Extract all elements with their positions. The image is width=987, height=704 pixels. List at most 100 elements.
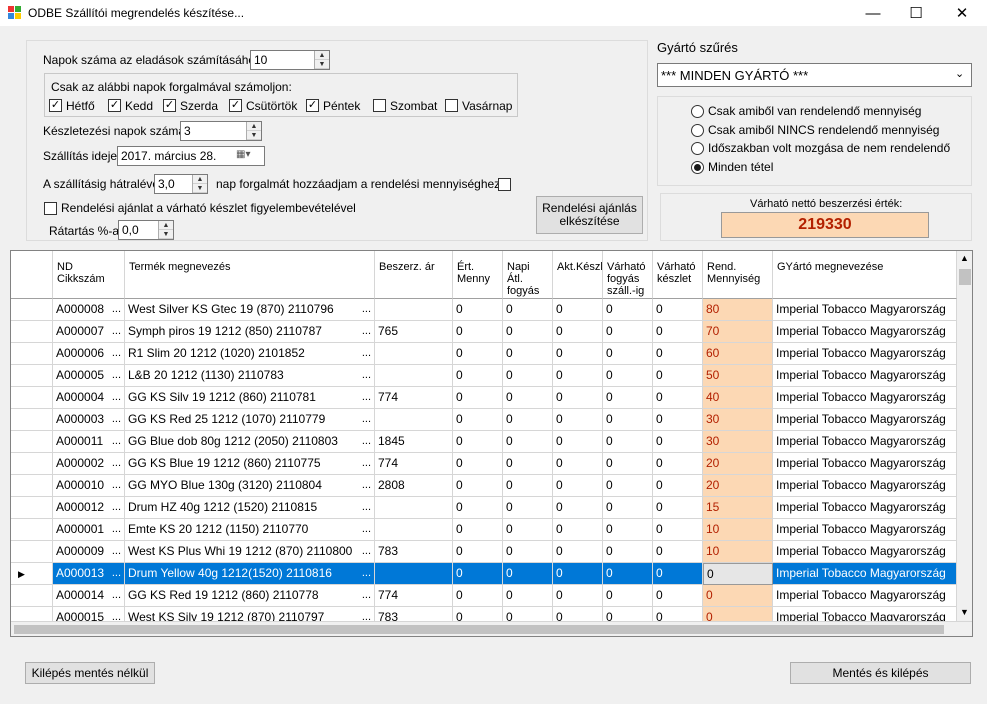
remaining-spinner[interactable]: ▲ ▼ bbox=[192, 175, 207, 193]
row-selector[interactable] bbox=[11, 519, 53, 541]
cell-exp-stock[interactable]: 0 bbox=[653, 365, 703, 387]
filter-radio[interactable] bbox=[691, 142, 704, 155]
table-row[interactable]: A000009... West KS Plus Whi 19 1212 (870)… bbox=[11, 541, 957, 563]
column-header-stock[interactable]: Akt.Készl bbox=[553, 251, 603, 299]
cell-exp-sales[interactable]: 0 bbox=[603, 431, 653, 453]
cell-daily[interactable]: 0 bbox=[503, 343, 553, 365]
ellipsis-button[interactable]: ... bbox=[362, 321, 371, 342]
scroll-thumb[interactable] bbox=[959, 269, 971, 285]
cell-exp-stock[interactable]: 0 bbox=[653, 387, 703, 409]
ellipsis-button[interactable]: ... bbox=[112, 321, 121, 342]
cell-price[interactable] bbox=[375, 409, 453, 431]
cell-manufacturer[interactable]: Imperial Tobacco Magyarország bbox=[773, 563, 957, 585]
ellipsis-button[interactable]: ... bbox=[362, 475, 371, 496]
ellipsis-button[interactable]: ... bbox=[112, 519, 121, 540]
cell-manufacturer[interactable]: Imperial Tobacco Magyarország bbox=[773, 409, 957, 431]
ellipsis-button[interactable]: ... bbox=[112, 585, 121, 606]
cell-order[interactable]: 20 bbox=[703, 453, 773, 475]
row-selector[interactable] bbox=[11, 453, 53, 475]
ellipsis-button[interactable]: ... bbox=[362, 585, 371, 606]
cell-name[interactable]: L&B 20 1212 (1130) 2110783... bbox=[125, 365, 375, 387]
cell-code[interactable]: A000008... bbox=[53, 299, 125, 321]
cell-stock[interactable]: 0 bbox=[553, 563, 603, 585]
cell-order[interactable]: 10 bbox=[703, 519, 773, 541]
cell-price[interactable] bbox=[375, 519, 453, 541]
days-spinner[interactable]: ▲ ▼ bbox=[314, 51, 329, 69]
cell-exp-sales[interactable]: 0 bbox=[603, 299, 653, 321]
table-row[interactable]: A000004... GG KS Silv 19 1212 (860) 21107… bbox=[11, 387, 957, 409]
cell-code[interactable]: A000014... bbox=[53, 585, 125, 607]
table-row[interactable]: A000014... GG KS Red 19 1212 (860) 211077… bbox=[11, 585, 957, 607]
cell-order[interactable]: 80 bbox=[703, 299, 773, 321]
ellipsis-button[interactable]: ... bbox=[362, 497, 371, 518]
cell-exp-stock[interactable]: 0 bbox=[653, 475, 703, 497]
ellipsis-button[interactable]: ... bbox=[112, 453, 121, 474]
ellipsis-button[interactable]: ... bbox=[112, 475, 121, 496]
cell-order[interactable]: 40 bbox=[703, 387, 773, 409]
column-header-exp-stock[interactable]: Várható készlet bbox=[653, 251, 703, 299]
order-grid[interactable]: ND Cikkszám Termék megnevezés Beszerz. ár É… bbox=[10, 250, 973, 637]
cell-exp-sales[interactable]: 0 bbox=[603, 475, 653, 497]
ellipsis-button[interactable]: ... bbox=[112, 387, 121, 408]
cell-stock[interactable]: 0 bbox=[553, 475, 603, 497]
cell-code[interactable]: A000010... bbox=[53, 475, 125, 497]
cell-name[interactable]: GG KS Red 25 1212 (1070) 2110779... bbox=[125, 409, 375, 431]
column-header-name[interactable]: Termék megnevezés bbox=[125, 251, 375, 299]
column-header-daily[interactable]: Napi Átl. fogyás bbox=[503, 251, 553, 299]
cell-code[interactable]: A000002... bbox=[53, 453, 125, 475]
cell-exp-sales[interactable]: 0 bbox=[603, 563, 653, 585]
cell-exp-stock[interactable]: 0 bbox=[653, 563, 703, 585]
filter-radio[interactable] bbox=[691, 123, 704, 137]
column-header-price[interactable]: Beszerz. ár bbox=[375, 251, 453, 299]
ellipsis-button[interactable]: ... bbox=[112, 563, 121, 584]
cell-daily[interactable]: 0 bbox=[503, 321, 553, 343]
row-selector[interactable] bbox=[11, 321, 53, 343]
manufacturer-dropdown[interactable]: *** MINDEN GYÁRTÓ *** bbox=[657, 63, 972, 87]
cell-sales[interactable]: 0 bbox=[453, 299, 503, 321]
ellipsis-button[interactable]: ... bbox=[362, 541, 371, 562]
cell-price[interactable] bbox=[375, 563, 453, 585]
cell-order[interactable]: 30 bbox=[703, 409, 773, 431]
cell-sales[interactable]: 0 bbox=[453, 519, 503, 541]
cell-daily[interactable]: 0 bbox=[503, 387, 553, 409]
weekday-checkbox[interactable]: ✓ bbox=[108, 99, 121, 112]
cell-code[interactable]: A000001... bbox=[53, 519, 125, 541]
cell-manufacturer[interactable]: Imperial Tobacco Magyarország bbox=[773, 585, 957, 607]
cell-sales[interactable]: 0 bbox=[453, 387, 503, 409]
row-selector[interactable] bbox=[11, 365, 53, 387]
cell-manufacturer[interactable]: Imperial Tobacco Magyarország bbox=[773, 541, 957, 563]
save-and-exit-button[interactable]: Mentés és kilépés bbox=[790, 662, 971, 684]
stock-days-spinner[interactable]: ▲ ▼ bbox=[246, 122, 261, 140]
cell-manufacturer[interactable]: Imperial Tobacco Magyarország bbox=[773, 453, 957, 475]
cell-price[interactable]: 2808 bbox=[375, 475, 453, 497]
cell-exp-sales[interactable]: 0 bbox=[603, 387, 653, 409]
cell-exp-sales[interactable]: 0 bbox=[603, 541, 653, 563]
cell-price[interactable] bbox=[375, 343, 453, 365]
weekday-checkbox[interactable]: ✓ bbox=[229, 99, 242, 112]
cell-stock[interactable]: 0 bbox=[553, 453, 603, 475]
minimize-button[interactable]: — bbox=[850, 0, 896, 26]
cell-code[interactable]: A000004... bbox=[53, 387, 125, 409]
ellipsis-button[interactable]: ... bbox=[112, 431, 121, 452]
cell-daily[interactable]: 0 bbox=[503, 541, 553, 563]
ellipsis-button[interactable]: ... bbox=[112, 343, 121, 364]
cell-code[interactable]: A000011... bbox=[53, 431, 125, 453]
table-row[interactable]: A000005... L&B 20 1212 (1130) 2110783... 0… bbox=[11, 365, 957, 387]
table-row[interactable]: A000003... GG KS Red 25 1212 (1070) 21107… bbox=[11, 409, 957, 431]
ellipsis-button[interactable]: ... bbox=[112, 299, 121, 320]
cell-name[interactable]: West Silver KS Gtec 19 (870) 2110796... bbox=[125, 299, 375, 321]
cell-price[interactable]: 774 bbox=[375, 453, 453, 475]
ellipsis-button[interactable]: ... bbox=[362, 387, 371, 408]
cell-sales[interactable]: 0 bbox=[453, 453, 503, 475]
cell-stock[interactable]: 0 bbox=[553, 387, 603, 409]
cell-code[interactable]: A000007... bbox=[53, 321, 125, 343]
cell-name[interactable]: Symph piros 19 1212 (850) 2110787... bbox=[125, 321, 375, 343]
margin-spinner[interactable]: ▲ ▼ bbox=[158, 221, 173, 239]
cell-name[interactable]: West KS Plus Whi 19 1212 (870) 2110800..… bbox=[125, 541, 375, 563]
table-row[interactable]: A000010... GG MYO Blue 130g (3120) 211080… bbox=[11, 475, 957, 497]
cell-daily[interactable]: 0 bbox=[503, 365, 553, 387]
cell-exp-stock[interactable]: 0 bbox=[653, 453, 703, 475]
cell-daily[interactable]: 0 bbox=[503, 563, 553, 585]
ellipsis-button[interactable]: ... bbox=[112, 497, 121, 518]
cell-sales[interactable]: 0 bbox=[453, 585, 503, 607]
